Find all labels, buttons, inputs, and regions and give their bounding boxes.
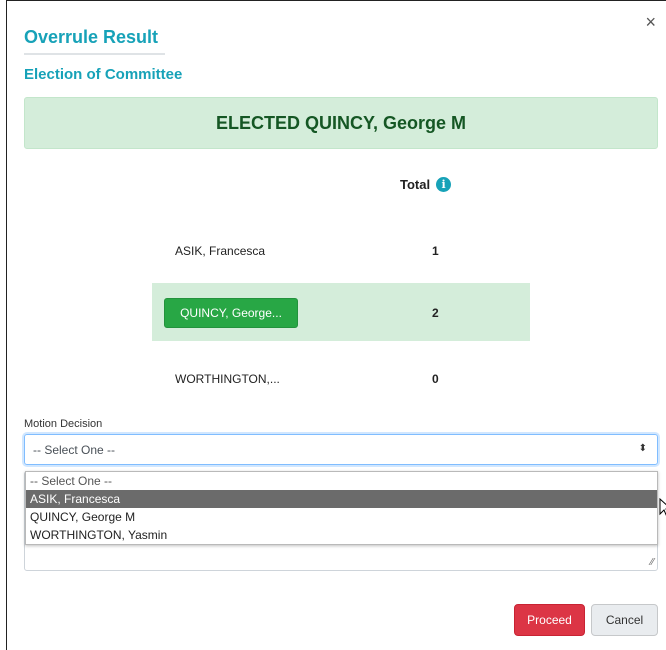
total-header-label: Total — [400, 177, 431, 192]
candidate-total: 2 — [432, 306, 439, 320]
total-column-header: Total i — [400, 177, 452, 192]
close-icon[interactable]: × — [645, 13, 656, 31]
proceed-button[interactable]: Proceed — [514, 604, 585, 636]
mouse-pointer-icon — [659, 498, 666, 516]
candidate-total: 1 — [432, 244, 439, 258]
select-arrows-icon: ⬍ — [638, 443, 647, 454]
cancel-button[interactable]: Cancel — [591, 604, 658, 636]
winner-candidate-label: QUINCY, George... — [180, 306, 282, 320]
motion-decision-label: Motion Decision — [24, 418, 103, 430]
title-divider — [24, 53, 165, 55]
dropdown-option[interactable]: WORTHINGTON, Yasmin — [26, 526, 657, 544]
candidate-name: WORTHINGTON,... — [175, 372, 280, 386]
winner-candidate-button[interactable]: QUINCY, George... — [164, 298, 298, 328]
overrule-result-modal: × Overrule Result Election of Committee … — [6, 0, 666, 650]
modal-subtitle: Election of Committee — [24, 66, 183, 83]
candidate-total: 0 — [432, 372, 439, 386]
dropdown-option[interactable]: ASIK, Francesca — [26, 490, 657, 508]
dropdown-option[interactable]: QUINCY, George M — [26, 508, 657, 526]
elected-banner: ELECTED QUINCY, George M — [24, 97, 658, 149]
motion-decision-dropdown-list: -- Select One -- ASIK, Francesca QUINCY,… — [25, 471, 658, 545]
resize-grip-icon[interactable]: ⁄⁄ — [651, 557, 654, 568]
modal-title: Overrule Result — [24, 27, 159, 47]
dropdown-option[interactable]: -- Select One -- — [26, 472, 657, 490]
elected-text: ELECTED QUINCY, George M — [215, 112, 467, 133]
candidate-name: ASIK, Francesca — [175, 244, 266, 258]
select-value: -- Select One -- — [33, 442, 116, 457]
motion-decision-select[interactable]: -- Select One -- ⬍ — [24, 434, 658, 465]
info-icon[interactable]: i — [436, 177, 452, 192]
